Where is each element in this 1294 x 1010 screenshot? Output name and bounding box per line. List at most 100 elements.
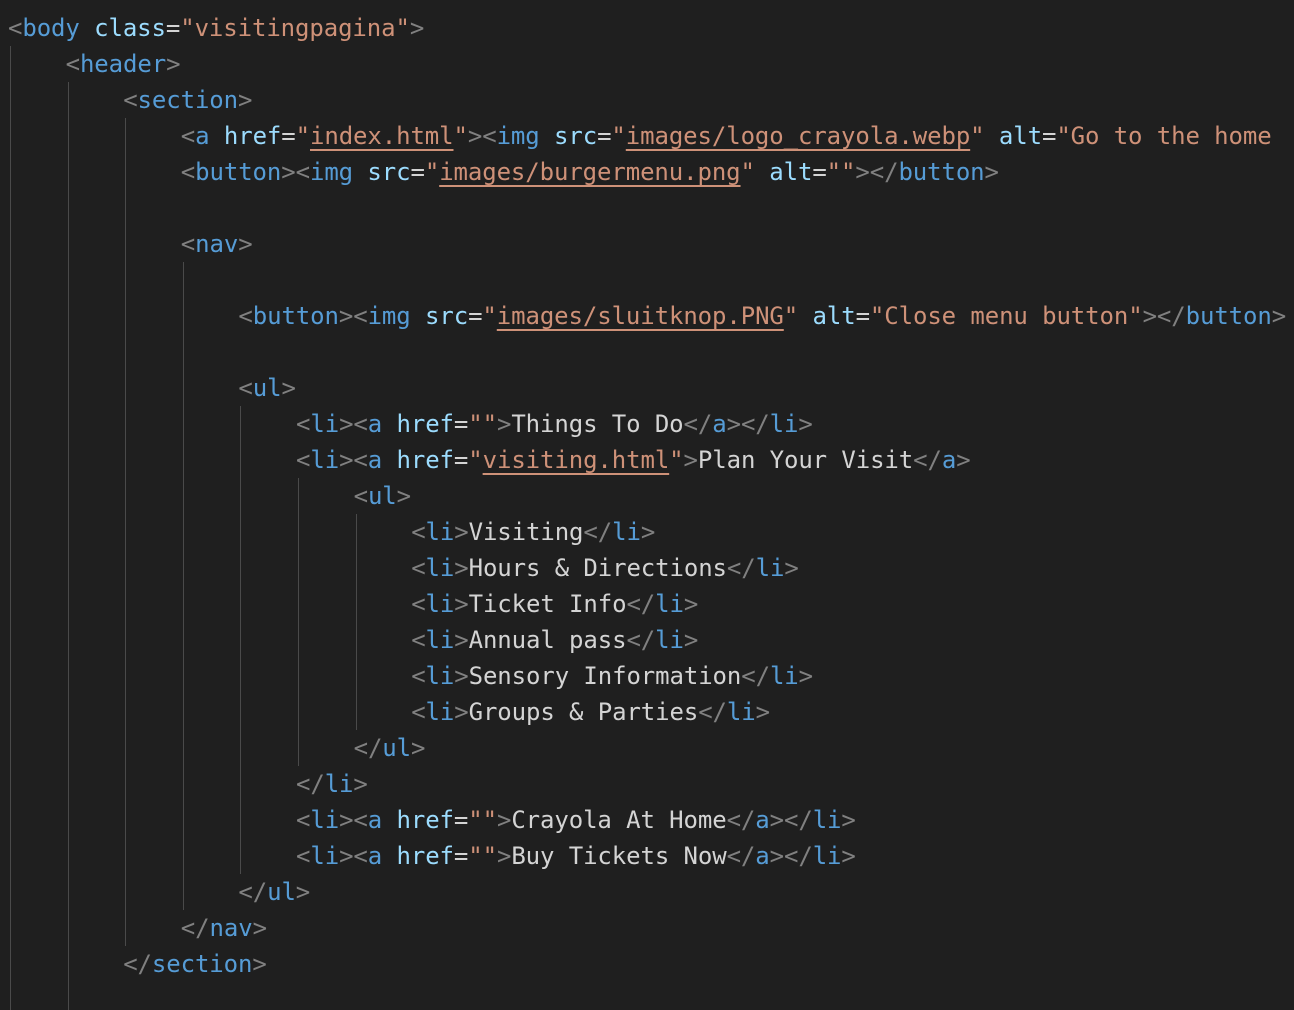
code-line[interactable]: </section> bbox=[123, 946, 267, 982]
token-string: "" bbox=[468, 806, 497, 834]
code-line[interactable]: <button><img src="images/sluitknop.PNG" … bbox=[238, 298, 1286, 334]
token-tag-name: a bbox=[367, 410, 383, 438]
token-punctuation: < bbox=[238, 302, 253, 330]
token-string: " bbox=[482, 302, 497, 330]
code-line[interactable]: <li>Hours & Directions</li> bbox=[411, 550, 799, 586]
code-line[interactable]: <li><a href="">Crayola At Home</a></li> bbox=[296, 802, 856, 838]
token-punctuation: > bbox=[295, 878, 311, 906]
code-line[interactable]: </nav> bbox=[181, 910, 267, 946]
token-punctuation: > bbox=[1142, 302, 1157, 330]
token-punctuation: </ bbox=[913, 446, 942, 474]
token-punctuation: > bbox=[454, 590, 469, 618]
code-line[interactable]: <li><a href="">Buy Tickets Now</a></li> bbox=[296, 838, 856, 874]
token-punctuation: > bbox=[252, 914, 267, 942]
code-line[interactable]: </ul> bbox=[354, 730, 426, 766]
token-punctuation: </ bbox=[726, 806, 756, 834]
token-tag-name: body bbox=[22, 14, 80, 42]
code-line[interactable]: <li>Sensory Information</li> bbox=[411, 658, 813, 694]
token-attribute-name: src bbox=[425, 302, 469, 330]
token-punctuation: > bbox=[454, 662, 469, 690]
token-punctuation: < bbox=[180, 122, 196, 150]
code-line[interactable]: <li>Groups & Parties</li> bbox=[411, 694, 770, 730]
code-line[interactable]: <li>Annual pass</li> bbox=[411, 622, 698, 658]
token-operator: = bbox=[453, 410, 469, 438]
token-tag-name: section bbox=[151, 950, 253, 978]
token-punctuation: > bbox=[411, 734, 426, 762]
token-punctuation: </ bbox=[1156, 302, 1186, 330]
token-punctuation: > bbox=[338, 302, 354, 330]
token-attribute-name: alt bbox=[998, 122, 1042, 150]
token-tag-name: li bbox=[769, 662, 799, 690]
token-tag-name: li bbox=[612, 518, 641, 546]
code-line[interactable]: <li>Ticket Info</li> bbox=[411, 586, 698, 622]
token-tag-name: li bbox=[812, 806, 842, 834]
token-operator bbox=[411, 302, 425, 330]
code-line[interactable]: <section> bbox=[123, 82, 252, 118]
code-line[interactable]: <li><a href="">Things To Do</a></li> bbox=[296, 406, 813, 442]
token-punctuation: > bbox=[353, 770, 368, 798]
code-line[interactable]: <body class="visitingpagina"> bbox=[8, 10, 424, 46]
token-tag-name: li bbox=[310, 410, 340, 438]
code-line[interactable]: <a href="index.html"><img src="images/lo… bbox=[181, 118, 1272, 154]
token-punctuation: < bbox=[411, 554, 426, 582]
token-operator: = bbox=[453, 446, 469, 474]
code-line[interactable]: <li><a href="visiting.html">Plan Your Vi… bbox=[296, 442, 971, 478]
token-string: "" bbox=[468, 410, 497, 438]
token-operator: = bbox=[453, 806, 469, 834]
token-tag-name: a bbox=[195, 122, 210, 150]
token-tag-name: nav bbox=[195, 230, 239, 258]
token-operator: = bbox=[165, 14, 181, 42]
token-punctuation: < bbox=[411, 518, 426, 546]
code-line[interactable]: <ul> bbox=[353, 478, 412, 514]
token-punctuation: > bbox=[281, 158, 296, 186]
token-punctuation: > bbox=[1271, 302, 1287, 330]
code-line[interactable]: </ul> bbox=[238, 874, 310, 910]
token-punctuation: < bbox=[353, 842, 368, 870]
indent-guide bbox=[298, 478, 299, 766]
token-text-content: Plan Your Visit bbox=[697, 446, 914, 474]
token-punctuation: > bbox=[640, 518, 656, 546]
token-tag-name: li bbox=[324, 770, 354, 798]
token-punctuation: < bbox=[295, 158, 310, 186]
indent-guide bbox=[10, 46, 11, 1010]
token-punctuation: > bbox=[855, 158, 870, 186]
code-line[interactable]: <button><img src="images/burgermenu.png"… bbox=[181, 154, 999, 190]
token-punctuation: > bbox=[496, 806, 512, 834]
token-operator: = bbox=[812, 158, 827, 186]
token-punctuation: </ bbox=[784, 842, 813, 870]
token-attribute-name: href bbox=[223, 122, 282, 150]
code-line[interactable]: </li> bbox=[296, 766, 368, 802]
code-line[interactable]: <ul> bbox=[238, 370, 296, 406]
token-punctuation: > bbox=[252, 950, 267, 978]
token-string: " bbox=[611, 122, 626, 150]
code-line[interactable]: <nav> bbox=[181, 226, 253, 262]
token-tag-name: li bbox=[425, 518, 455, 546]
code-line[interactable]: <li>Visiting</li> bbox=[411, 514, 655, 550]
token-operator bbox=[540, 122, 554, 150]
token-tag-name: li bbox=[769, 410, 799, 438]
token-tag-name: li bbox=[755, 554, 785, 582]
token-operator bbox=[798, 302, 812, 330]
token-attribute-name: src bbox=[554, 122, 598, 150]
token-punctuation: > bbox=[396, 482, 412, 510]
code-editor[interactable]: <body class="visitingpagina"> <header> <se… bbox=[0, 0, 1294, 1010]
token-tag-name: img bbox=[496, 122, 540, 150]
token-punctuation: </ bbox=[180, 914, 210, 942]
token-attribute-name: alt bbox=[769, 158, 813, 186]
token-tag-name: li bbox=[812, 842, 842, 870]
token-punctuation: < bbox=[353, 482, 368, 510]
token-operator bbox=[985, 122, 999, 150]
token-punctuation: </ bbox=[626, 626, 656, 654]
token-tag-name: li bbox=[425, 698, 455, 726]
token-tag-name: li bbox=[425, 662, 455, 690]
token-punctuation: < bbox=[353, 806, 368, 834]
code-line[interactable]: <header> bbox=[66, 46, 181, 82]
token-punctuation: < bbox=[411, 626, 426, 654]
token-operator: = bbox=[855, 302, 870, 330]
token-punctuation: < bbox=[180, 158, 196, 186]
token-punctuation: </ bbox=[626, 590, 656, 618]
token-tag-name: img bbox=[367, 302, 411, 330]
token-tag-name: li bbox=[425, 626, 455, 654]
token-punctuation: < bbox=[296, 410, 311, 438]
token-operator bbox=[382, 842, 396, 870]
